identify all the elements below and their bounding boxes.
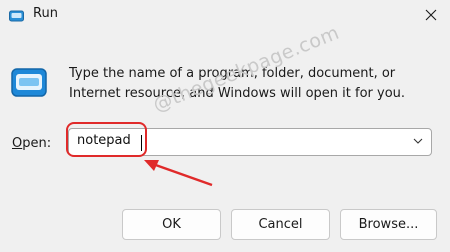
open-label: Open: (12, 136, 51, 151)
window-title: Run (33, 6, 58, 21)
close-icon (425, 9, 437, 21)
description-line-1: Type the name of a program, folder, docu… (69, 66, 396, 81)
annotation-highlight-box (66, 122, 147, 157)
chevron-down-icon[interactable] (413, 138, 423, 144)
ok-button[interactable]: OK (122, 209, 221, 240)
close-button[interactable] (412, 0, 450, 30)
dialog-description: Type the name of a program, folder, docu… (69, 64, 439, 104)
title-bar: Run (0, 0, 450, 32)
run-app-icon (9, 10, 24, 22)
annotation-arrow-icon (144, 160, 213, 187)
open-label-text: pen: (22, 136, 52, 151)
run-dialog-icon (11, 68, 47, 97)
browse-button[interactable]: Browse... (340, 209, 437, 240)
cancel-button[interactable]: Cancel (231, 209, 330, 240)
open-label-accel: O (12, 136, 23, 151)
description-line-2: Internet resource, and Windows will open… (69, 86, 406, 101)
